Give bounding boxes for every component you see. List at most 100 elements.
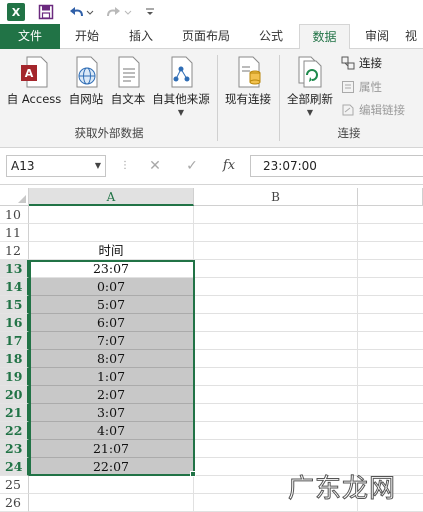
row-header[interactable]: 19 (0, 368, 29, 386)
cell-b[interactable] (194, 278, 358, 296)
cell-c[interactable] (358, 422, 423, 440)
column-header-a[interactable]: A (29, 188, 194, 206)
refresh-all-button[interactable]: 全部刷新 ▼ (282, 55, 338, 117)
tab-review[interactable]: 审阅 (351, 24, 403, 49)
row-header[interactable]: 26 (0, 494, 29, 512)
cell-b[interactable] (194, 386, 358, 404)
row-header[interactable]: 13 (0, 260, 29, 278)
row-header[interactable]: 20 (0, 386, 29, 404)
cell-c[interactable] (358, 224, 423, 242)
cell-a[interactable]: 2:07 (29, 386, 194, 404)
cell-c[interactable] (358, 314, 423, 332)
row-header[interactable]: 22 (0, 422, 29, 440)
from-other-sources-button[interactable]: 自其他来源 ▼ (148, 55, 214, 117)
excel-logo-icon[interactable]: X (7, 3, 25, 21)
connections-button[interactable]: 连接 (341, 54, 382, 72)
from-web-button[interactable]: 自网站 (64, 55, 108, 107)
cell-b[interactable] (194, 404, 358, 422)
cell-c[interactable] (358, 296, 423, 314)
cell-b[interactable] (194, 422, 358, 440)
column-header-c[interactable] (358, 188, 423, 206)
row-header[interactable]: 15 (0, 296, 29, 314)
cell-a[interactable] (29, 494, 194, 512)
customize-arrow-icon[interactable] (144, 3, 156, 21)
cell-c[interactable] (358, 404, 423, 422)
cell-a[interactable]: 4:07 (29, 422, 194, 440)
cell-a[interactable]: 6:07 (29, 314, 194, 332)
row-header[interactable]: 24 (0, 458, 29, 476)
cell-b[interactable] (194, 242, 358, 260)
tab-page-layout[interactable]: 页面布局 (168, 24, 244, 49)
cell-c[interactable] (358, 440, 423, 458)
cell-a[interactable]: 0:07 (29, 278, 194, 296)
cell-a[interactable]: 21:07 (29, 440, 194, 458)
row-header[interactable]: 11 (0, 224, 29, 242)
cell-b[interactable] (194, 206, 358, 224)
cell-a[interactable]: 8:07 (29, 350, 194, 368)
grip-icon[interactable]: ⋮ (120, 158, 130, 174)
cell-a[interactable] (29, 206, 194, 224)
worksheet-grid[interactable]: A B 10 11 12 时间 13 23:07 14 0:07 15 5:07 16 6:07 17 7… (0, 188, 423, 512)
cell-a[interactable]: 22:07 (29, 458, 194, 476)
cell-c[interactable] (358, 260, 423, 278)
row-header[interactable]: 12 (0, 242, 29, 260)
row-header[interactable]: 17 (0, 332, 29, 350)
from-access-button[interactable]: A 自 Access (4, 55, 64, 107)
cell-a[interactable] (29, 224, 194, 242)
tab-insert[interactable]: 插入 (114, 24, 168, 49)
row-header[interactable]: 10 (0, 206, 29, 224)
confirm-entry-button[interactable]: ✓ (179, 155, 205, 177)
cell-b[interactable] (194, 314, 358, 332)
cell-a[interactable]: 1:07 (29, 368, 194, 386)
undo-icon[interactable] (66, 3, 94, 21)
select-all-button[interactable] (0, 188, 29, 206)
table-row: 18 8:07 (0, 350, 423, 368)
tab-data[interactable]: 数据 (299, 24, 350, 50)
row-header[interactable]: 25 (0, 476, 29, 494)
edit-links-button[interactable]: 编辑链接 (341, 101, 405, 119)
row-header[interactable]: 16 (0, 314, 29, 332)
properties-button[interactable]: 属性 (341, 78, 382, 96)
cell-b[interactable] (194, 296, 358, 314)
row-header[interactable]: 14 (0, 278, 29, 296)
cell-a[interactable]: 7:07 (29, 332, 194, 350)
cell-c[interactable] (358, 350, 423, 368)
save-icon[interactable] (38, 3, 54, 21)
cell-b[interactable] (194, 350, 358, 368)
formula-input[interactable]: 23:07:00 (250, 155, 423, 177)
cell-c[interactable] (358, 242, 423, 260)
tab-view[interactable]: 视 (405, 24, 423, 49)
cell-b[interactable] (194, 440, 358, 458)
cell-a[interactable]: 时间 (29, 242, 194, 260)
group-label-connections: 连接 (337, 126, 361, 140)
cell-b[interactable] (194, 368, 358, 386)
properties-icon (342, 81, 354, 93)
cell-b[interactable] (194, 332, 358, 350)
cell-a[interactable] (29, 476, 194, 494)
cell-c[interactable] (358, 332, 423, 350)
cell-b[interactable] (194, 260, 358, 278)
fill-handle[interactable] (190, 471, 196, 477)
cell-a[interactable]: 3:07 (29, 404, 194, 422)
cell-a[interactable]: 23:07 (29, 260, 194, 278)
row-header[interactable]: 18 (0, 350, 29, 368)
row-header[interactable]: 23 (0, 440, 29, 458)
cancel-entry-button[interactable]: ✕ (142, 155, 168, 177)
cell-a[interactable]: 5:07 (29, 296, 194, 314)
cell-c[interactable] (358, 206, 423, 224)
cell-c[interactable] (358, 278, 423, 296)
tab-formulas[interactable]: 公式 (244, 24, 298, 49)
quick-access-toolbar: X (0, 0, 423, 24)
insert-function-button[interactable]: fx (216, 155, 242, 177)
chevron-down-icon[interactable]: ▼ (90, 155, 106, 177)
tab-home[interactable]: 开始 (60, 24, 114, 49)
cell-c[interactable] (358, 368, 423, 386)
redo-icon[interactable] (106, 3, 134, 21)
tab-file[interactable]: 文件 (0, 24, 60, 49)
cell-c[interactable] (358, 386, 423, 404)
row-header[interactable]: 21 (0, 404, 29, 422)
existing-connections-button[interactable]: 现有连接 (220, 55, 276, 107)
from-text-button[interactable]: 自文本 (108, 55, 148, 107)
cell-b[interactable] (194, 224, 358, 242)
column-header-b[interactable]: B (194, 188, 358, 206)
